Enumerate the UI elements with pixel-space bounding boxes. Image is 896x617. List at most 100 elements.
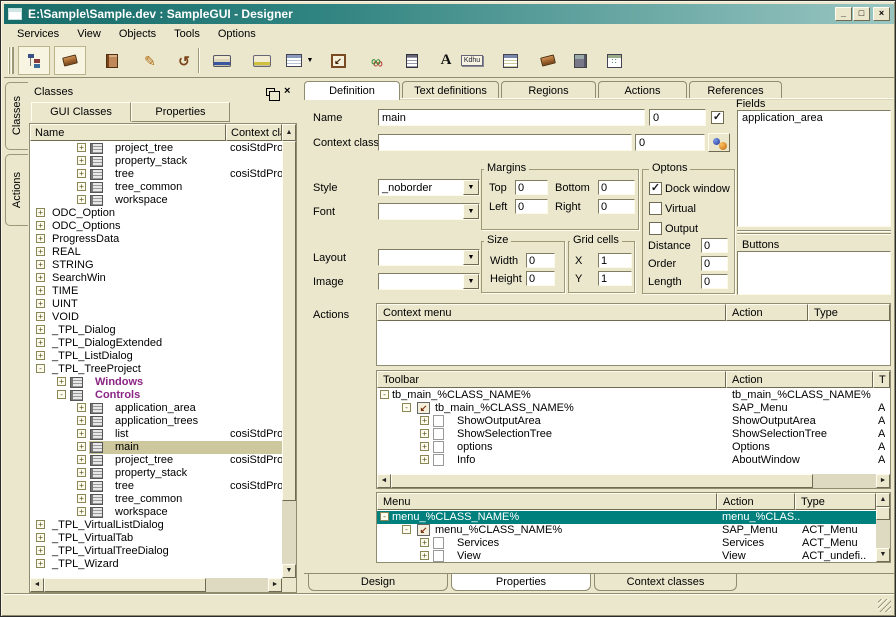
side-tab-actions[interactable]: Actions: [5, 154, 28, 226]
expand-icon[interactable]: +: [420, 442, 429, 451]
expand-icon[interactable]: +: [36, 546, 45, 555]
title-bar[interactable]: E:\Sample\Sample.dev : SampleGUI - Desig…: [4, 4, 894, 24]
tree-row[interactable]: +property_stack: [31, 467, 282, 480]
tree-row[interactable]: +treecosiStdProje: [31, 168, 282, 181]
expand-icon[interactable]: +: [36, 338, 45, 347]
collapse-icon[interactable]: -: [380, 512, 389, 521]
drive-button[interactable]: [246, 46, 278, 75]
expand-icon[interactable]: +: [77, 416, 86, 425]
chevron-down-icon[interactable]: ▼: [463, 180, 479, 195]
tree-vscrollbar[interactable]: ▼: [282, 141, 296, 578]
margin-left-input[interactable]: [515, 199, 548, 214]
minimize-button[interactable]: _: [835, 7, 852, 21]
expand-icon[interactable]: +: [36, 533, 45, 542]
expand-icon[interactable]: +: [36, 234, 45, 243]
resize-grip[interactable]: [878, 599, 891, 612]
table-row[interactable]: -tb_main_%CLASS_NAME%tb_main_%CLASS_NAME…: [377, 389, 890, 402]
tree-row[interactable]: +UINT: [31, 298, 282, 311]
expand-icon[interactable]: +: [77, 481, 86, 490]
tree-row[interactable]: +STRING: [31, 259, 282, 272]
table-row[interactable]: -menu_%CLASS_NAME%menu_%CLAS..: [377, 511, 876, 524]
expand-icon[interactable]: +: [36, 299, 45, 308]
dock-icon[interactable]: [266, 88, 275, 96]
table-row[interactable]: +ViewViewACT_undefi..: [377, 550, 876, 562]
context-number-input[interactable]: [635, 134, 705, 151]
tab-design[interactable]: Design: [308, 574, 448, 591]
type-column-header[interactable]: T: [873, 371, 890, 388]
collapse-icon[interactable]: -: [36, 364, 45, 373]
margin-right-input[interactable]: [598, 199, 635, 214]
tree-row[interactable]: +_TPL_VirtualTab: [31, 532, 282, 545]
list-document-button[interactable]: [396, 46, 428, 75]
package-button[interactable]: [54, 46, 86, 75]
tree-row[interactable]: +workspace: [31, 194, 282, 207]
width-input[interactable]: [526, 253, 555, 268]
expand-icon[interactable]: +: [77, 156, 86, 165]
edit-button[interactable]: ✎: [134, 46, 166, 75]
dialog-button[interactable]: ∷: [598, 46, 630, 75]
tab-properties-left[interactable]: Properties: [131, 102, 230, 122]
expand-icon[interactable]: +: [57, 377, 66, 386]
menu-item-options[interactable]: Options: [209, 26, 265, 42]
package-alt-button[interactable]: [532, 46, 564, 75]
tree-hscroll-thumb[interactable]: [44, 578, 206, 592]
expand-icon[interactable]: +: [77, 507, 86, 516]
tree-row[interactable]: +tree_common: [31, 493, 282, 506]
order-input[interactable]: [701, 256, 728, 271]
dock-window-checkbox[interactable]: ✓: [649, 182, 662, 195]
expand-icon[interactable]: +: [36, 208, 45, 217]
collapse-icon[interactable]: -: [380, 390, 389, 399]
dropdown-arrow-button[interactable]: ▼: [302, 46, 318, 75]
expand-icon[interactable]: +: [420, 551, 429, 560]
table-row[interactable]: +optionsOptionsA: [377, 441, 890, 454]
tree-row[interactable]: +TIME: [31, 285, 282, 298]
chevron-down-icon[interactable]: ▼: [463, 204, 479, 219]
scroll-left-icon[interactable]: ◄: [377, 474, 391, 488]
expand-icon[interactable]: +: [36, 325, 45, 334]
menu-item-services[interactable]: Services: [8, 26, 68, 42]
expand-icon[interactable]: +: [77, 195, 86, 204]
context-menu-table-body[interactable]: [377, 321, 890, 365]
tree-row[interactable]: +_TPL_Dialog: [31, 324, 282, 337]
toolbar-column-header[interactable]: Toolbar: [377, 371, 726, 388]
fields-buttons-splitter[interactable]: [737, 230, 891, 235]
expand-icon[interactable]: +: [77, 468, 86, 477]
fields-item[interactable]: application_area: [742, 112, 823, 124]
expand-icon[interactable]: +: [36, 351, 45, 360]
column-header-name[interactable]: Name: [30, 124, 226, 141]
toolbar-table-hscrollbar[interactable]: ◄ ►: [377, 474, 890, 488]
expand-icon[interactable]: +: [36, 260, 45, 269]
tree-row[interactable]: +main: [31, 441, 282, 454]
maximize-button[interactable]: □: [853, 7, 870, 21]
tree-row[interactable]: +_TPL_Wizard: [31, 558, 282, 571]
expand-icon[interactable]: +: [420, 455, 429, 464]
menu-item-objects[interactable]: Objects: [110, 26, 165, 42]
context-class-input[interactable]: [378, 134, 632, 151]
tab-text-definitions[interactable]: Text definitions: [402, 81, 499, 99]
name-checkbox[interactable]: ✓: [711, 111, 724, 124]
action-column-header[interactable]: Action: [717, 493, 795, 510]
history-button[interactable]: ↺: [168, 46, 200, 75]
link-context-button[interactable]: [708, 133, 730, 152]
tab-context-classes[interactable]: Context classes: [594, 574, 737, 591]
tree-row[interactable]: +tree_common: [31, 181, 282, 194]
grid-x-input[interactable]: [598, 253, 632, 268]
tree-row[interactable]: +_TPL_ListDialog: [31, 350, 282, 363]
links-button[interactable]: ∞: [360, 46, 392, 75]
tree-row[interactable]: +listcosiStdProje: [31, 428, 282, 441]
expand-icon[interactable]: +: [420, 416, 429, 425]
collapse-icon[interactable]: -: [402, 403, 411, 412]
virtual-checkbox[interactable]: [649, 202, 662, 215]
chevron-down-icon[interactable]: ▼: [463, 274, 479, 289]
type-column-header[interactable]: Type: [808, 304, 890, 321]
class-hierarchy-button[interactable]: [18, 46, 50, 75]
layout-dropdown[interactable]: ▼: [378, 249, 480, 266]
margin-bottom-input[interactable]: [598, 180, 635, 195]
tree-row[interactable]: +project_treecosiStdProje: [31, 142, 282, 155]
scroll-down-icon[interactable]: ▼: [282, 564, 296, 578]
tree-row[interactable]: +_TPL_VirtualTreeDialog: [31, 545, 282, 558]
tab-properties[interactable]: Properties: [451, 574, 591, 591]
length-input[interactable]: [701, 274, 728, 289]
expand-icon[interactable]: +: [77, 169, 86, 178]
expand-icon[interactable]: +: [77, 403, 86, 412]
